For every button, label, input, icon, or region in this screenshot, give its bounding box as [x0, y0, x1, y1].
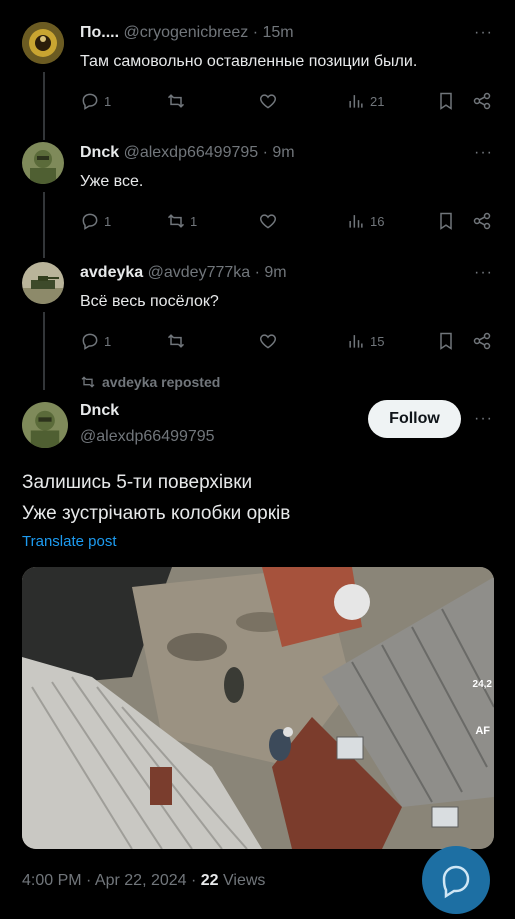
share-button[interactable]: [472, 330, 492, 352]
video-frame: [22, 567, 494, 849]
share-icon: [473, 332, 491, 350]
share-button[interactable]: [472, 90, 492, 112]
bookmark-button[interactable]: [436, 210, 456, 232]
avatar[interactable]: [22, 262, 64, 304]
reply-count: 1: [104, 213, 112, 229]
post-time[interactable]: · 15m: [253, 24, 294, 41]
author-name[interactable]: avdeyka: [80, 264, 143, 281]
author-name[interactable]: По....: [80, 24, 119, 41]
avatar[interactable]: [22, 402, 68, 448]
reply-count: 1: [104, 93, 112, 109]
post-text-line-2: Уже зустрічають колобки орків: [22, 503, 291, 524]
author-name[interactable]: Dnck: [80, 144, 119, 161]
author-handle[interactable]: @avdey777ka: [148, 264, 251, 281]
reply-icon: [82, 213, 98, 230]
reply-icon: [82, 333, 98, 350]
more-options-icon[interactable]: ···: [474, 264, 493, 282]
compose-reply-button[interactable]: [422, 846, 490, 914]
video-overlay-text: 24,2: [472, 679, 492, 690]
reply-icon: [442, 865, 470, 899]
views-count: 15: [370, 333, 385, 349]
repost-indicator[interactable]: avdeyka reposted: [80, 374, 220, 390]
views-icon: [349, 335, 363, 348]
more-options-icon[interactable]: ···: [474, 24, 493, 42]
heart-icon: [259, 94, 277, 109]
views-button[interactable]: 15: [346, 330, 384, 352]
translate-post-link[interactable]: Translate post: [22, 533, 117, 550]
thread-line: [43, 312, 45, 390]
post-metadata: 4:00 PM · Apr 22, 2024 · 22 Views: [22, 872, 265, 890]
bookmark-icon: [440, 332, 452, 350]
post-timestamp[interactable]: 4:00 PM · Apr 22, 2024 ·: [22, 872, 196, 889]
heart-icon: [259, 334, 277, 349]
reply-text: Там самовольно оставленные позиции были.: [80, 53, 418, 70]
like-button[interactable]: [258, 210, 278, 232]
reply-text: Всё весь посёлок?: [80, 293, 219, 310]
avatar[interactable]: [22, 142, 64, 184]
views-button[interactable]: 21: [346, 90, 384, 112]
reply-button[interactable]: 1: [80, 90, 111, 112]
views-icon: [349, 95, 363, 108]
avatar[interactable]: [22, 22, 64, 64]
repost-icon: [81, 376, 95, 388]
repost-button[interactable]: 1: [166, 210, 197, 232]
share-button[interactable]: [472, 210, 492, 232]
post-time[interactable]: · 9m: [263, 144, 295, 161]
bookmark-icon: [440, 92, 452, 110]
views-count: 21: [370, 93, 385, 109]
bookmark-button[interactable]: [436, 90, 456, 112]
post-video[interactable]: 24,2 AF: [22, 567, 494, 849]
author-handle[interactable]: @cryogenicbreez: [124, 24, 249, 41]
like-button[interactable]: [258, 330, 278, 352]
views-count: 22: [200, 872, 219, 889]
reply-icon: [82, 93, 98, 110]
more-options-icon[interactable]: ···: [474, 410, 493, 428]
views-count: 16: [370, 213, 385, 229]
views-button[interactable]: 16: [346, 210, 384, 232]
views-label: Views: [223, 872, 266, 889]
bookmark-button[interactable]: [436, 330, 456, 352]
repost-button[interactable]: [166, 330, 190, 352]
thread-line: [43, 192, 45, 258]
repost-button[interactable]: [166, 90, 190, 112]
like-button[interactable]: [258, 90, 278, 112]
reply-count: 1: [104, 333, 112, 349]
video-overlay-text: AF: [475, 725, 490, 737]
repost-label[interactable]: avdeyka reposted: [102, 374, 220, 390]
repost-icon: [167, 214, 185, 228]
more-options-icon[interactable]: ···: [474, 144, 493, 162]
share-icon: [473, 92, 491, 110]
post-time[interactable]: · 9m: [255, 264, 287, 281]
follow-button[interactable]: Follow: [368, 400, 461, 438]
main-author-handle[interactable]: @alexdp66499795: [80, 428, 215, 446]
repost-icon: [167, 94, 185, 108]
main-author-name[interactable]: Dnck: [80, 402, 119, 420]
author-handle[interactable]: @alexdp66499795: [124, 144, 259, 161]
views-icon: [349, 215, 363, 228]
reply-button[interactable]: 1: [80, 210, 111, 232]
reply-text: Уже все.: [80, 173, 144, 190]
thread-line: [43, 72, 45, 140]
post-text-line-1: Залишись 5-ти поверхівки: [22, 472, 253, 493]
reply-button[interactable]: 1: [80, 330, 111, 352]
repost-icon: [167, 334, 185, 348]
heart-icon: [259, 214, 277, 229]
share-icon: [473, 212, 491, 230]
bookmark-icon: [440, 212, 452, 230]
repost-count: 1: [190, 213, 198, 229]
